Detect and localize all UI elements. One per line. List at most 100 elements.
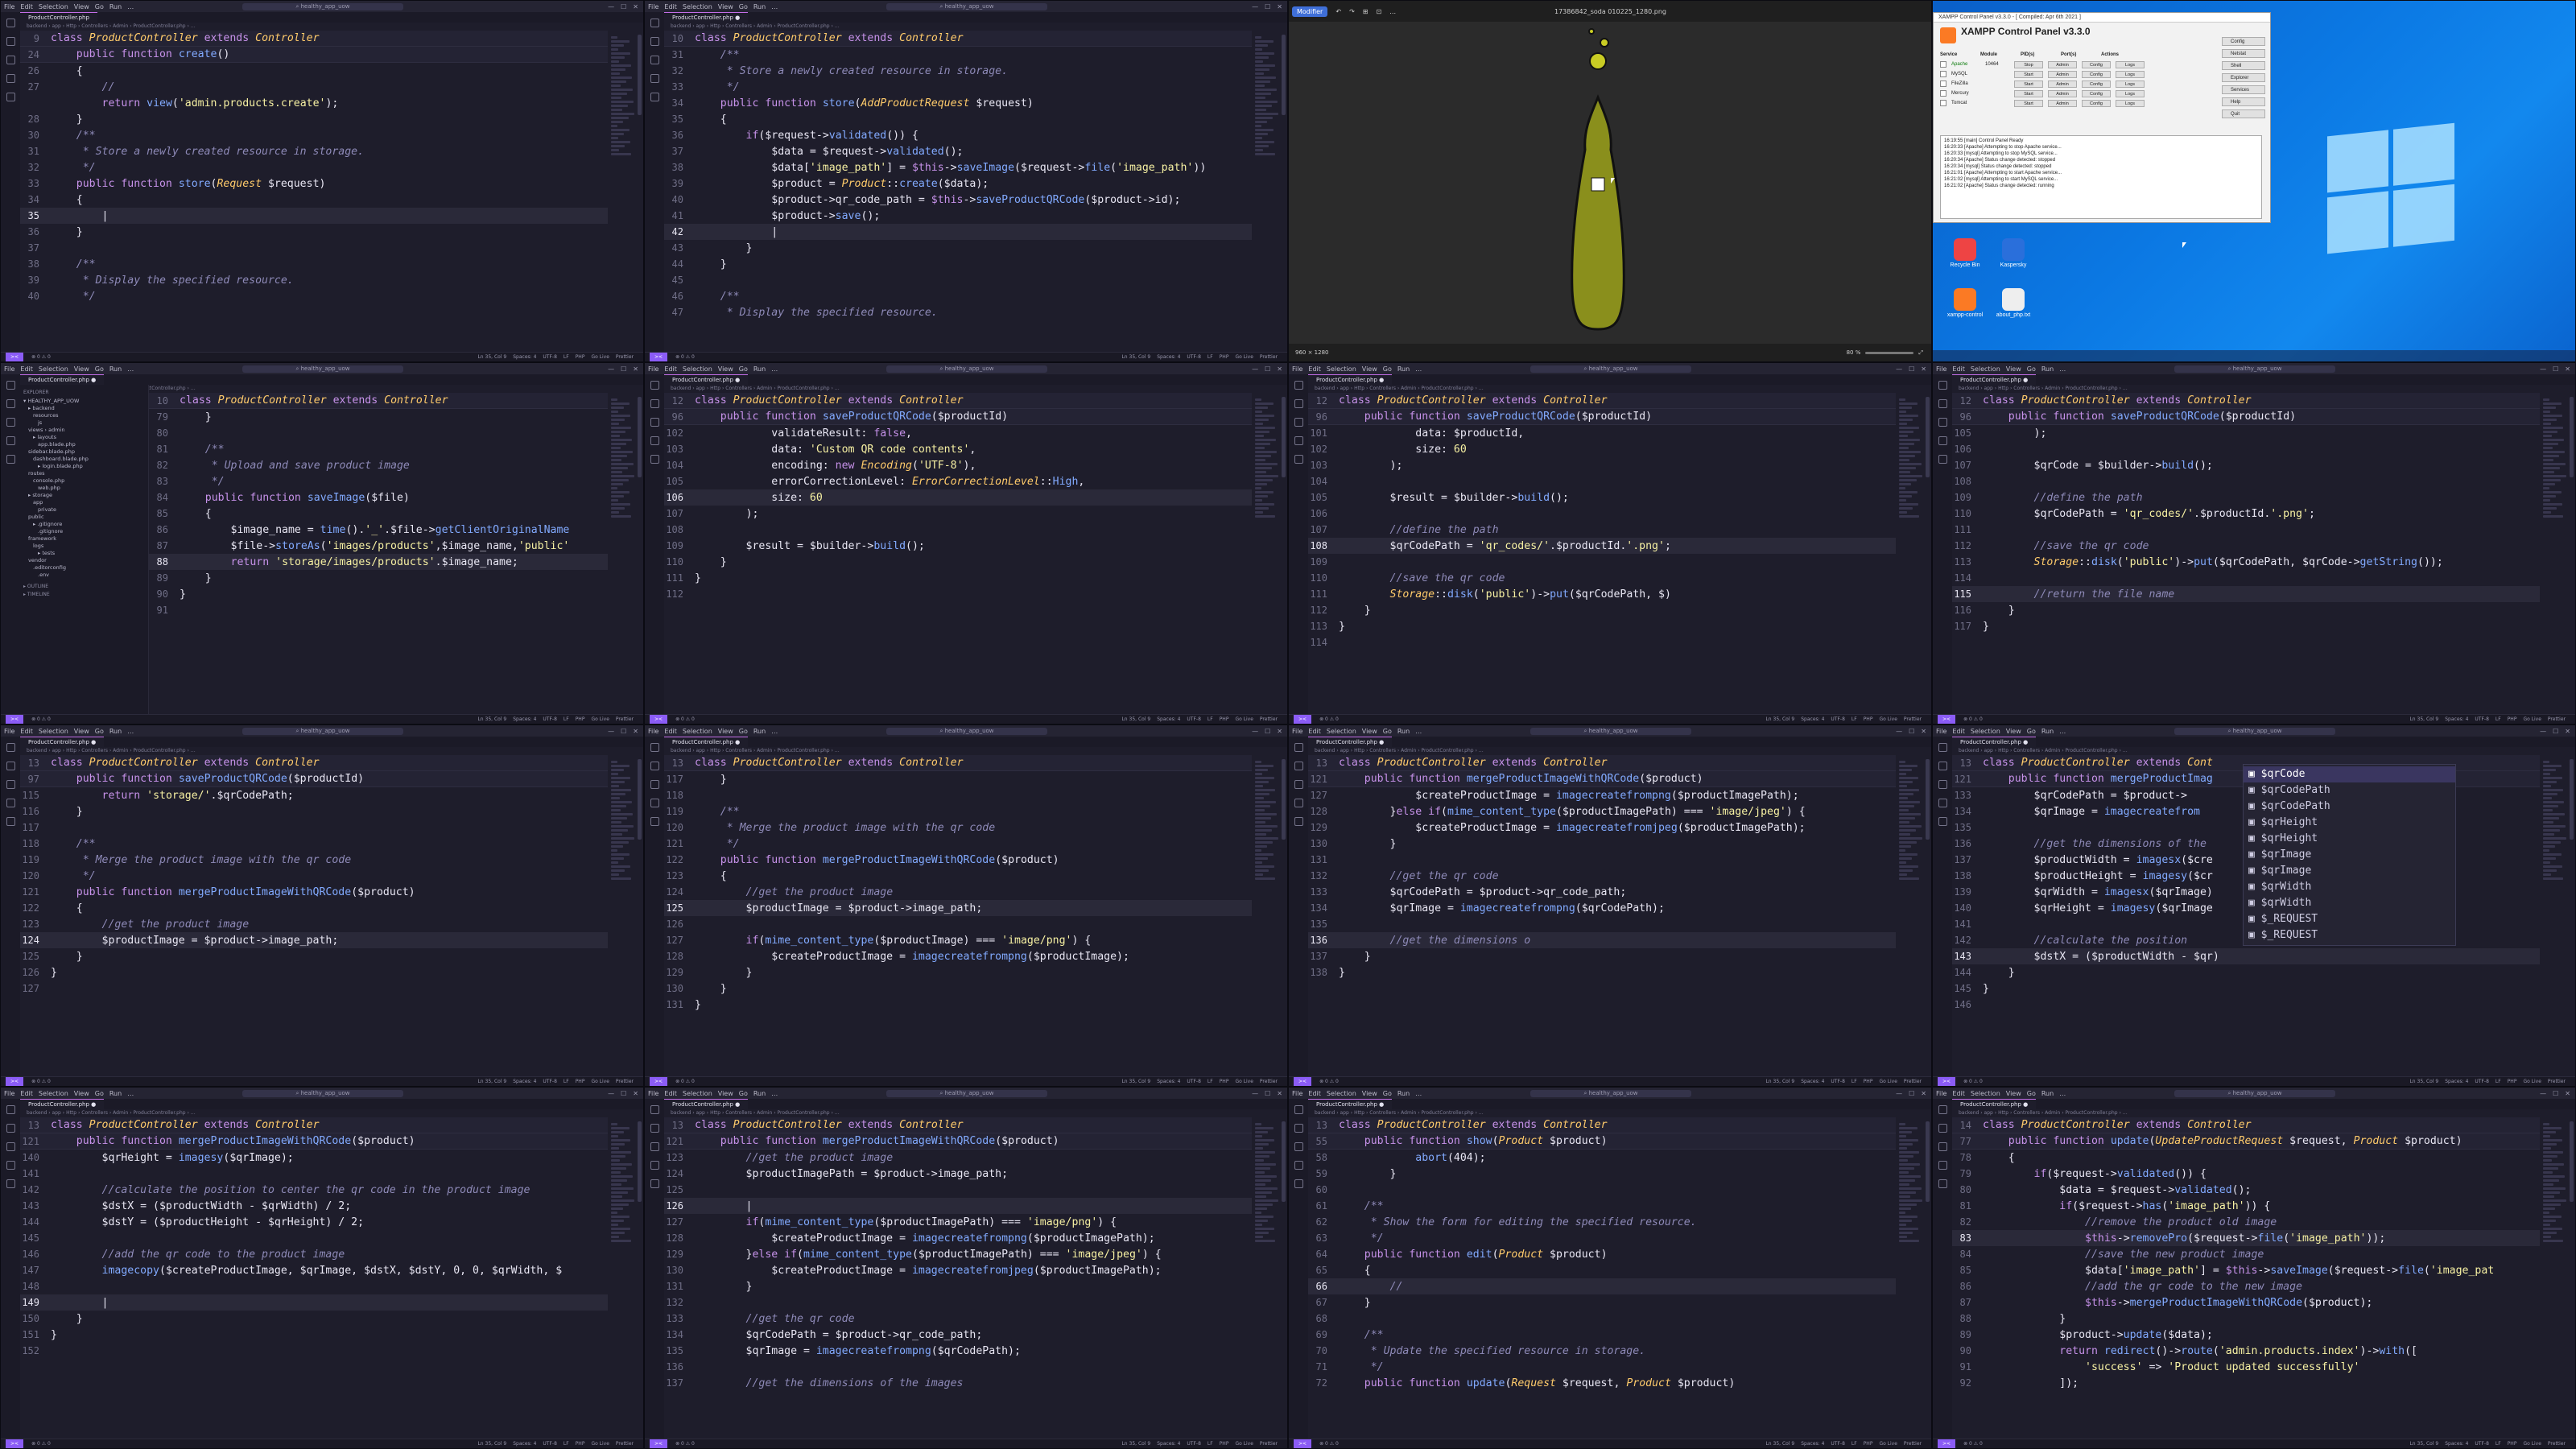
minimap[interactable] [1255, 759, 1279, 920]
status-item[interactable]: Prettier [1904, 1439, 1922, 1448]
minimap[interactable] [611, 35, 635, 196]
explorer-icon[interactable] [650, 1105, 659, 1114]
admin-button[interactable]: Admin [2048, 99, 2077, 107]
status-item[interactable]: PHP [576, 1077, 585, 1086]
menu-item[interactable]: Go [1383, 728, 1392, 735]
status-item[interactable]: UTF-8 [1187, 353, 1201, 361]
config-button[interactable]: Config [2082, 99, 2111, 107]
maximize-icon[interactable]: ☐ [621, 365, 626, 373]
status-item[interactable]: LF [2496, 1439, 2501, 1448]
status-item[interactable]: PHP [1220, 1077, 1229, 1086]
config-button[interactable]: Config [2082, 89, 2111, 97]
close-icon[interactable]: ✕ [2565, 365, 2570, 373]
minimap[interactable] [1255, 1121, 1279, 1282]
menu-item[interactable]: Selection [1971, 1090, 2000, 1097]
problems-count[interactable]: ⊗ 0 ⚠ 0 [31, 715, 51, 724]
extensions-icon[interactable] [6, 817, 15, 826]
run-debug-icon[interactable] [650, 436, 659, 445]
problems-count[interactable]: ⊗ 0 ⚠ 0 [675, 715, 695, 724]
remote-indicator[interactable]: >< [6, 1077, 24, 1086]
menu-item[interactable]: View [1362, 1090, 1377, 1097]
status-item[interactable]: UTF-8 [543, 1077, 557, 1086]
search-icon[interactable] [1294, 399, 1303, 408]
remote-indicator[interactable]: >< [1294, 1077, 1312, 1086]
status-item[interactable]: Ln 35, Col 9 [2409, 1077, 2438, 1086]
status-item[interactable]: Prettier [616, 353, 634, 361]
status-item[interactable]: Spaces: 4 [513, 353, 536, 361]
tab-productcontroller[interactable]: ProductController.php ● [1308, 1099, 1393, 1109]
menu-item[interactable]: Selection [1327, 728, 1356, 735]
menu-item[interactable]: View [2006, 728, 2021, 735]
extensions-icon[interactable] [1938, 817, 1947, 826]
suggestion-item[interactable]: ▣ $qrImage [2244, 863, 2455, 879]
menu-item[interactable]: File [1292, 1090, 1302, 1097]
vertical-scrollbar[interactable] [1926, 759, 1930, 840]
minimize-icon[interactable]: — [2540, 365, 2546, 373]
tab-productcontroller[interactable]: ProductController.php ● [1952, 1099, 2037, 1109]
status-item[interactable]: Spaces: 4 [2445, 715, 2468, 724]
code-editor[interactable]: 14 class ProductController extends Contro… [1952, 1117, 2540, 1439]
menu-item[interactable]: File [648, 1090, 658, 1097]
netstat-button[interactable]: Netstat [2222, 49, 2265, 58]
maximize-icon[interactable]: ☐ [1909, 365, 1914, 373]
menu-item[interactable]: Edit [20, 1090, 33, 1097]
status-item[interactable]: Spaces: 4 [1157, 715, 1180, 724]
status-item[interactable]: Prettier [1260, 715, 1278, 724]
status-item[interactable]: Go Live [1235, 1077, 1253, 1086]
file-tree-item[interactable]: console.php [23, 477, 145, 485]
autocomplete-list[interactable]: ▣ $qrCode ▣ $qrCodePath ▣ $qrCodePath ▣ $qr… [2243, 764, 2456, 946]
menu-item[interactable]: Edit [664, 1090, 677, 1097]
suggestion-item[interactable]: ▣ $qrCodePath [2244, 782, 2455, 799]
status-item[interactable]: Ln 35, Col 9 [1121, 353, 1150, 361]
source-control-icon[interactable] [1294, 418, 1303, 427]
shell-button[interactable]: Shell [2222, 61, 2265, 70]
file-tree-item[interactable]: ▸ login.blade.php [23, 463, 145, 470]
menu-item[interactable]: Go [95, 1090, 104, 1097]
search-icon[interactable] [650, 1124, 659, 1133]
search-icon[interactable] [6, 37, 15, 46]
minimap[interactable] [2543, 1121, 2567, 1282]
code-editor[interactable]: 10 class ProductController extends Contro… [664, 31, 1252, 352]
status-item[interactable]: Prettier [616, 715, 634, 724]
menu-item[interactable]: File [1936, 1090, 1946, 1097]
menu-item[interactable]: Go [2027, 365, 2036, 373]
menu-item[interactable]: Selection [39, 365, 68, 373]
status-item[interactable]: Prettier [1260, 1077, 1278, 1086]
problems-count[interactable]: ⊗ 0 ⚠ 0 [675, 353, 695, 361]
status-item[interactable]: Go Live [591, 715, 609, 724]
status-item[interactable]: PHP [576, 715, 585, 724]
problems-count[interactable]: ⊗ 0 ⚠ 0 [31, 353, 51, 361]
suggestion-item[interactable]: ▣ $qrImage [2244, 847, 2455, 863]
service-checkbox[interactable] [1940, 100, 1946, 106]
menu-item[interactable]: Run [1397, 728, 1410, 735]
menu-item[interactable]: Selection [683, 365, 712, 373]
problems-count[interactable]: ⊗ 0 ⚠ 0 [675, 1077, 695, 1086]
menu-item[interactable]: View [2006, 1090, 2021, 1097]
status-item[interactable]: LF [564, 715, 569, 724]
status-item[interactable]: LF [2496, 715, 2501, 724]
minimize-icon[interactable]: — [1252, 3, 1258, 10]
menu-item[interactable]: File [4, 1090, 14, 1097]
source-control-icon[interactable] [6, 418, 15, 427]
status-item[interactable]: PHP [576, 353, 585, 361]
menu-item[interactable]: Go [739, 3, 748, 10]
remote-indicator[interactable]: >< [6, 715, 24, 724]
status-item[interactable]: Ln 35, Col 9 [1121, 1077, 1150, 1086]
menu-item[interactable]: Run [753, 728, 766, 735]
close-icon[interactable]: ✕ [2565, 1090, 2570, 1097]
logs-button[interactable]: Logs [2116, 99, 2145, 107]
menu-item[interactable]: Run [2041, 728, 2054, 735]
status-item[interactable]: UTF-8 [1831, 1077, 1845, 1086]
run-debug-icon[interactable] [650, 74, 659, 83]
status-item[interactable]: Prettier [2548, 1077, 2566, 1086]
status-item[interactable]: Go Live [2523, 1077, 2541, 1086]
status-item[interactable]: UTF-8 [543, 1439, 557, 1448]
maximize-icon[interactable]: ☐ [621, 3, 626, 10]
start-button[interactable]: Start [2014, 70, 2043, 78]
explorer-icon[interactable] [1294, 743, 1303, 752]
menu-item[interactable]: File [648, 3, 658, 10]
tab-productcontroller[interactable]: ProductController.php ● [20, 737, 105, 747]
explorer-icon[interactable] [1938, 381, 1947, 390]
command-search[interactable]: ⌕ healthy_app_uow [242, 727, 403, 735]
explorer-icon[interactable] [1938, 1105, 1947, 1114]
